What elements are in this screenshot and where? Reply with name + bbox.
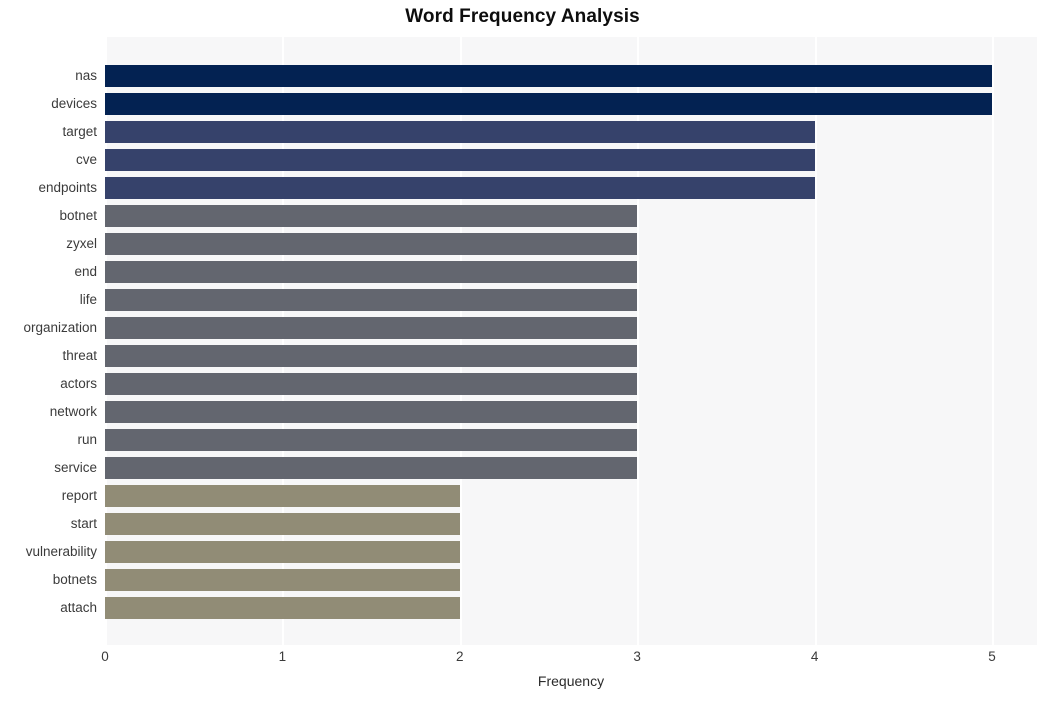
bar-row[interactable] (105, 174, 1037, 202)
chart-figure: Word Frequency Analysis nas devices target… (0, 0, 1045, 701)
bar-row[interactable] (105, 538, 1037, 566)
bar-attach[interactable] (105, 597, 460, 619)
bar-row[interactable] (105, 230, 1037, 258)
bar-life[interactable] (105, 289, 638, 311)
y-axis-labels: nas devices target cve endpoints botnet zyxel e… (0, 37, 105, 645)
y-axis-label-end: end (74, 264, 97, 279)
y-axis-label-botnets: botnets (52, 572, 97, 587)
bar-row[interactable] (105, 258, 1037, 286)
plot-area (105, 37, 1037, 645)
bar-zyxel[interactable] (105, 233, 638, 255)
bar-botnet[interactable] (105, 205, 638, 227)
y-axis-label-vulnerability: vulnerability (25, 544, 97, 559)
y-axis-label-service: service (54, 460, 97, 475)
bar-row[interactable] (105, 566, 1037, 594)
bar-row[interactable] (105, 314, 1037, 342)
bar-vulnerability[interactable] (105, 541, 460, 563)
y-axis-label-nas: nas (75, 68, 97, 83)
x-tick-5: 5 (988, 649, 996, 664)
bar-cve[interactable] (105, 149, 815, 171)
bar-start[interactable] (105, 513, 460, 535)
bar-devices[interactable] (105, 93, 992, 115)
y-axis-label-attach: attach (60, 600, 97, 615)
bar-organization[interactable] (105, 317, 638, 339)
bar-series (105, 37, 1037, 645)
bar-row[interactable] (105, 594, 1037, 622)
bar-row[interactable] (105, 90, 1037, 118)
bar-actors[interactable] (105, 373, 638, 395)
y-axis-label-devices: devices (51, 96, 97, 111)
bar-network[interactable] (105, 401, 638, 423)
page-title: Word Frequency Analysis (405, 6, 640, 27)
y-axis-label-actors: actors (60, 376, 97, 391)
bar-threat[interactable] (105, 345, 638, 367)
y-axis-label-threat: threat (62, 348, 97, 363)
x-tick-1: 1 (278, 649, 287, 664)
x-tick-4: 4 (810, 649, 819, 664)
bar-botnets[interactable] (105, 569, 460, 591)
x-axis-title: Frequency (537, 673, 605, 689)
bar-run[interactable] (105, 429, 638, 451)
x-tick-3: 3 (633, 649, 641, 664)
bar-row[interactable] (105, 118, 1037, 146)
y-axis-label-run: run (77, 432, 97, 447)
bar-row[interactable] (105, 286, 1037, 314)
y-axis-label-target: target (62, 124, 97, 139)
bar-row[interactable] (105, 454, 1037, 482)
bar-row[interactable] (105, 426, 1037, 454)
y-axis-label-start: start (70, 516, 97, 531)
bar-nas[interactable] (105, 65, 992, 87)
y-axis-label-life: life (79, 292, 97, 307)
y-axis-label-organization: organization (23, 320, 97, 335)
bar-row[interactable] (105, 398, 1037, 426)
y-axis-label-zyxel: zyxel (66, 236, 97, 251)
bar-row[interactable] (105, 510, 1037, 538)
y-axis-label-network: network (49, 404, 97, 419)
x-axis-ticks: 0 1 2 3 4 5 (101, 645, 1037, 669)
x-tick-0: 0 (101, 649, 109, 664)
x-tick-2: 2 (456, 649, 464, 664)
bar-service[interactable] (105, 457, 638, 479)
bar-endpoints[interactable] (105, 177, 815, 199)
bar-target[interactable] (105, 121, 815, 143)
y-axis-label-report: report (61, 488, 97, 503)
bar-row[interactable] (105, 342, 1037, 370)
bar-row[interactable] (105, 62, 1037, 90)
y-axis-label-botnet: botnet (59, 208, 97, 223)
y-axis-label-cve: cve (75, 152, 97, 167)
bar-report[interactable] (105, 485, 460, 507)
bar-row[interactable] (105, 482, 1037, 510)
y-axis-label-endpoints: endpoints (38, 180, 97, 195)
bar-row[interactable] (105, 370, 1037, 398)
bar-row[interactable] (105, 202, 1037, 230)
bar-end[interactable] (105, 261, 638, 283)
bar-row[interactable] (105, 146, 1037, 174)
